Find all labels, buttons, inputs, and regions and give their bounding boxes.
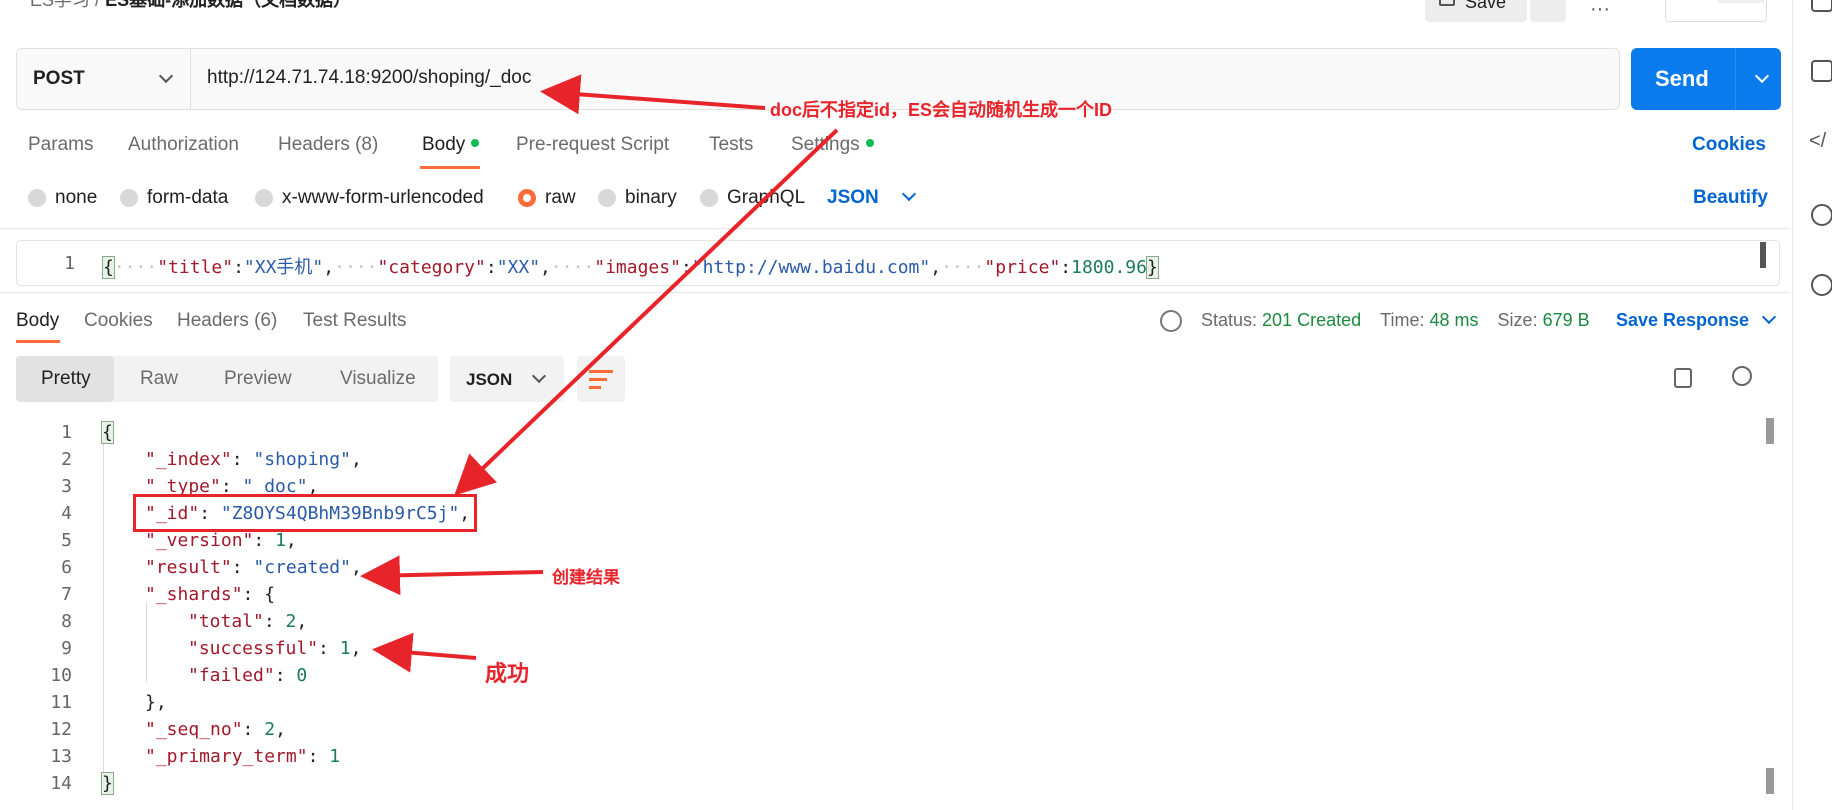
arrow-to-url [540,74,766,115]
arrow-to-result [360,555,544,596]
arrow-to-id [454,128,839,496]
arrow-to-successful [372,632,477,673]
annotation-doc-note: doc后不指定id，ES会自动随机生成一个ID [770,100,1113,120]
annotation-success-note: 成功 [485,661,530,686]
annotation-created-note: 创建结果 [552,568,620,587]
